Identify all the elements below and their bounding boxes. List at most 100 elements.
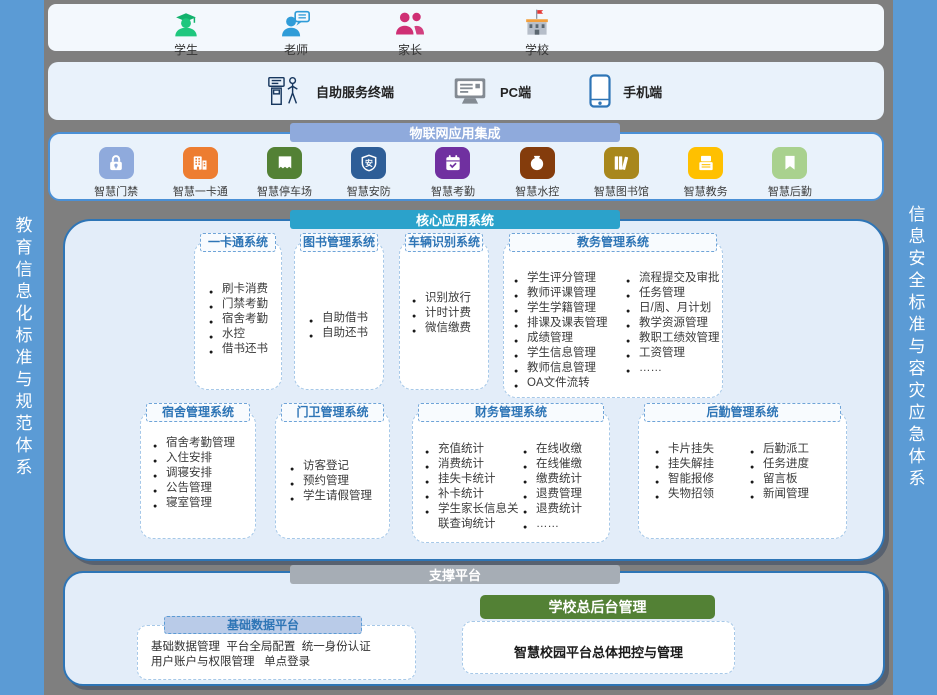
feature-item: 学生评分管理 bbox=[514, 271, 626, 286]
school-admin-card: 智慧校园平台总体把控与管理 bbox=[462, 621, 735, 674]
iot-label: 智慧教务 bbox=[684, 183, 728, 199]
feature-item: …… bbox=[626, 361, 720, 376]
attendance-calendar-icon bbox=[435, 147, 470, 179]
iot-panel: 智慧门禁 智慧一卡通 智慧停车场 安 智慧安防 智慧考勤 bbox=[48, 132, 884, 201]
terminal-kiosk: 自助服务终端 bbox=[266, 74, 394, 108]
terminals-panel: 自助服务终端 PC端 手机端 bbox=[48, 62, 884, 120]
feature-item: OA文件流转 bbox=[514, 376, 626, 391]
water-jar-icon bbox=[520, 147, 555, 179]
iot-access-control: 智慧门禁 bbox=[74, 147, 158, 199]
feature-item: 工资管理 bbox=[626, 346, 720, 361]
feature-item: 入住安排 bbox=[153, 451, 255, 466]
user-label: 学生 bbox=[174, 41, 198, 58]
feature-item: 刷卡消费 bbox=[209, 282, 281, 297]
iot-library: 智慧图书馆 bbox=[579, 147, 663, 199]
left-standards-text: 教育信息化标准与规范体系 bbox=[10, 216, 35, 480]
system-title: 后勤管理系统 bbox=[644, 403, 841, 422]
system-card-logistics: 后勤管理系统 卡片挂失 挂失解挂 智能报修 失物招领 后勤派工 任务进度 留言板… bbox=[638, 411, 847, 539]
users-panel: 学生 老师 家长 学校 bbox=[48, 4, 884, 51]
system-title: 教务管理系统 bbox=[509, 233, 717, 252]
iot-label: 智慧安防 bbox=[347, 183, 391, 199]
iot-academics: 智慧教务 bbox=[664, 147, 748, 199]
svg-text:安: 安 bbox=[365, 158, 373, 168]
user-parents: 家长 bbox=[378, 10, 442, 58]
phone-icon bbox=[589, 74, 611, 108]
system-card-finance: 财务管理系统 充值统计 消费统计 挂失卡统计 补卡统计 学生家长信息关联查询统计… bbox=[412, 411, 610, 543]
base-data-platform-title: 基础数据平台 bbox=[164, 616, 362, 634]
user-label: 家长 bbox=[398, 41, 422, 58]
user-label: 学校 bbox=[525, 41, 549, 58]
core-systems-panel: 一卡通系统 刷卡消费 门禁考勤 宿舍考勤 水控 借书还书 图书管理系统 自助借书… bbox=[63, 219, 885, 561]
kiosk-icon bbox=[266, 74, 304, 108]
feature-item: 计时计费 bbox=[412, 306, 488, 321]
feature-item: 消费统计 bbox=[425, 457, 526, 472]
feature-item: 失物招领 bbox=[655, 487, 750, 502]
feature-item: 微信缴费 bbox=[412, 321, 488, 336]
base-platform-line: 基础数据管理 平台全局配置 统一身份认证 bbox=[151, 640, 415, 655]
feature-item: 借书还书 bbox=[209, 342, 281, 357]
user-label: 老师 bbox=[284, 41, 308, 58]
system-card-library: 图书管理系统 自助借书 自助还书 bbox=[294, 241, 384, 390]
system-card-onecard: 一卡通系统 刷卡消费 门禁考勤 宿舍考勤 水控 借书还书 bbox=[194, 241, 282, 390]
support-panel: 基础数据平台 基础数据管理 平台全局配置 统一身份认证 用户账户与权限管理 单点… bbox=[63, 571, 885, 686]
feature-item: 排课及课表管理 bbox=[514, 316, 626, 331]
smart-campus-architecture-diagram: 教育信息化标准与规范体系 信息安全标准与容灾应急体系 学生 老师 家长 bbox=[0, 0, 937, 695]
feature-item: 学生信息管理 bbox=[514, 346, 626, 361]
parking-ticket-icon bbox=[267, 147, 302, 179]
feature-item: 学生学籍管理 bbox=[514, 301, 626, 316]
iot-attendance: 智慧考勤 bbox=[411, 147, 495, 199]
feature-item: 缴费统计 bbox=[523, 472, 582, 487]
feature-item: 流程提交及审批 bbox=[626, 271, 720, 286]
iot-label: 智慧停车场 bbox=[257, 183, 312, 199]
user-teacher: 老师 bbox=[264, 10, 328, 58]
feature-item: 退费统计 bbox=[523, 502, 582, 517]
feature-item: 充值统计 bbox=[425, 442, 526, 457]
feature-item: 教师信息管理 bbox=[514, 361, 626, 376]
academic-printer-icon bbox=[688, 147, 723, 179]
feature-item: 留言板 bbox=[750, 472, 809, 487]
card-building-icon bbox=[183, 147, 218, 179]
feature-item: 公告管理 bbox=[153, 481, 255, 496]
feature-item: 日/周、月计划 bbox=[626, 301, 720, 316]
feature-item: 退费管理 bbox=[523, 487, 582, 502]
feature-item: 自助借书 bbox=[309, 311, 383, 326]
feature-item: 任务管理 bbox=[626, 286, 720, 301]
iot-label: 智慧考勤 bbox=[431, 183, 475, 199]
feature-item: 宿舍考勤管理 bbox=[153, 436, 255, 451]
feature-item: 教职工绩效管理 bbox=[626, 331, 720, 346]
feature-item: 新闻管理 bbox=[750, 487, 809, 502]
feature-item: 在线催缴 bbox=[523, 457, 582, 472]
system-card-academic-affairs: 教务管理系统 学生评分管理 教师评课管理 学生学籍管理 排课及课表管理 成绩管理… bbox=[503, 241, 723, 398]
iot-banner: 物联网应用集成 bbox=[290, 123, 620, 142]
system-title: 一卡通系统 bbox=[200, 233, 276, 252]
school-admin-desc: 智慧校园平台总体把控与管理 bbox=[514, 642, 683, 661]
feature-item: 自助还书 bbox=[309, 326, 383, 341]
feature-item: 教师评课管理 bbox=[514, 286, 626, 301]
feature-item: 教学资源管理 bbox=[626, 316, 720, 331]
system-title: 宿舍管理系统 bbox=[146, 403, 250, 422]
feature-item: 智能报修 bbox=[655, 472, 750, 487]
feature-item: 学生请假管理 bbox=[290, 489, 389, 504]
feature-item: 任务进度 bbox=[750, 457, 809, 472]
iot-label: 智慧水控 bbox=[515, 183, 559, 199]
terminal-pc: PC端 bbox=[452, 76, 531, 106]
logistics-bookmark-icon bbox=[772, 147, 807, 179]
terminal-mobile: 手机端 bbox=[589, 74, 662, 108]
feature-item: 宿舍考勤 bbox=[209, 312, 281, 327]
feature-item: 寝室管理 bbox=[153, 496, 255, 511]
system-title: 图书管理系统 bbox=[300, 233, 378, 252]
feature-item: 门禁考勤 bbox=[209, 297, 281, 312]
terminal-label: 自助服务终端 bbox=[316, 82, 394, 101]
system-card-gatekeeper: 门卫管理系统 访客登记 预约管理 学生请假管理 bbox=[275, 411, 390, 539]
feature-item: 识别放行 bbox=[412, 291, 488, 306]
iot-security: 安 智慧安防 bbox=[327, 147, 411, 199]
feature-item: 挂失卡统计 bbox=[425, 472, 526, 487]
feature-item: 水控 bbox=[209, 327, 281, 342]
user-student: 学生 bbox=[154, 10, 218, 58]
feature-item: 后勤派工 bbox=[750, 442, 809, 457]
system-title: 门卫管理系统 bbox=[281, 403, 384, 422]
feature-item: 学生家长信息关联查询统计 bbox=[425, 502, 526, 532]
user-school: 学校 bbox=[505, 10, 569, 58]
feature-item: 调寝安排 bbox=[153, 466, 255, 481]
feature-item: 成绩管理 bbox=[514, 331, 626, 346]
